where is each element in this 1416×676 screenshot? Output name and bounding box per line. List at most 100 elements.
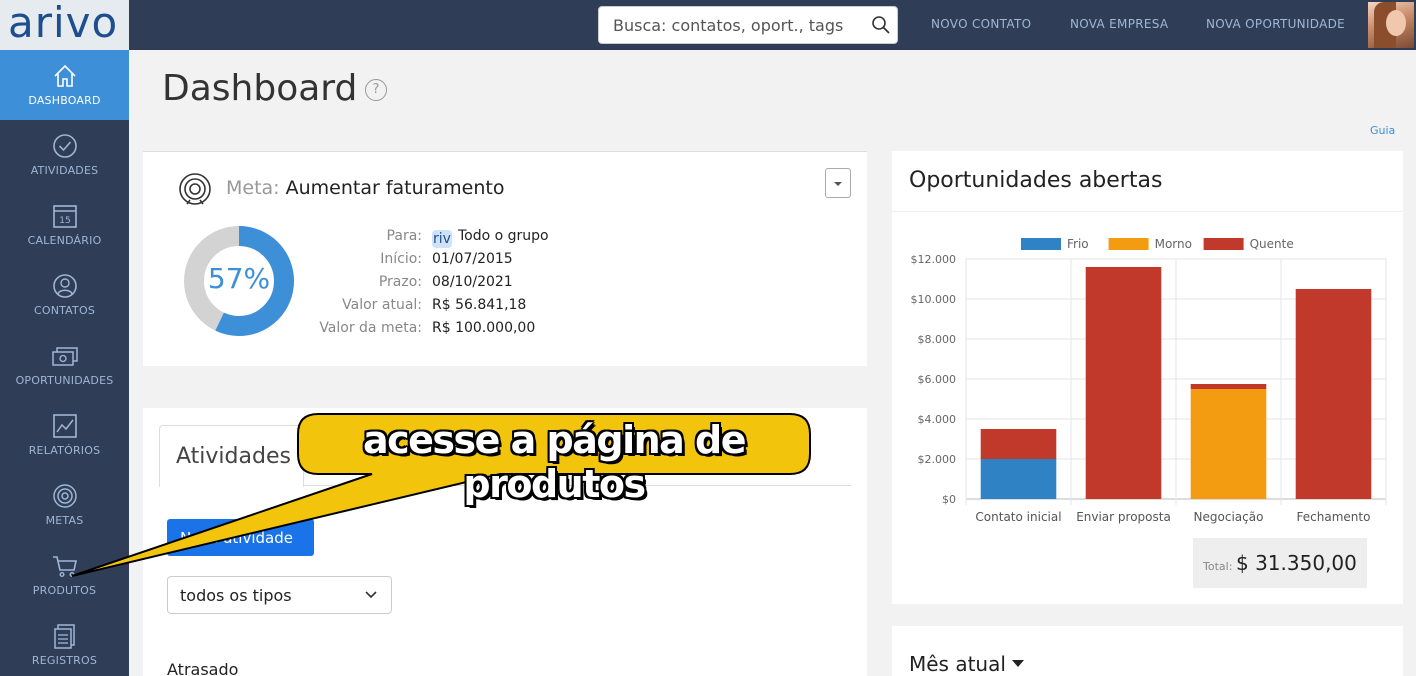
caret-down-icon[interactable] bbox=[1012, 660, 1024, 667]
sidebar-item-calendar[interactable]: 15 CALENDÁRIO bbox=[0, 190, 129, 260]
y-tick-label: $4.000 bbox=[918, 413, 957, 426]
tab-activities[interactable]: Atividades bbox=[159, 425, 304, 487]
user-avatar[interactable] bbox=[1368, 2, 1414, 48]
goal-field-key: Para: bbox=[386, 228, 422, 244]
new-activity-button[interactable]: Nova atividade bbox=[167, 519, 314, 556]
activity-type-select[interactable]: todos os tipos bbox=[167, 576, 392, 614]
home-icon bbox=[54, 64, 76, 87]
y-tick-label: $10.000 bbox=[911, 293, 957, 306]
opportunities-chart: $0 $2.000 $4.000 $6.000 $8.000 $10.000 $12.000… bbox=[911, 237, 1387, 524]
sidebar-item-label: CALENDÁRIO bbox=[27, 234, 102, 247]
bar-quente bbox=[1085, 267, 1162, 499]
target-icon bbox=[53, 484, 77, 508]
chart-icon bbox=[53, 414, 77, 438]
x-tick-label: Enviar proposta bbox=[1076, 510, 1171, 524]
goal-field-key: Valor da meta: bbox=[319, 320, 422, 336]
search-box[interactable] bbox=[598, 6, 898, 44]
total-label: Total: bbox=[1203, 560, 1233, 573]
help-icon[interactable]: ? bbox=[365, 79, 387, 101]
goal-field-value: 01/07/2015 bbox=[432, 251, 513, 267]
target-icon bbox=[179, 173, 211, 205]
sidebar-item-label: DASHBOARD bbox=[28, 94, 101, 107]
legend-label: Morno bbox=[1155, 237, 1192, 251]
bar-quente bbox=[1295, 289, 1372, 499]
x-tick-label: Fechamento bbox=[1297, 510, 1371, 524]
goal-name: Aumentar faturamento bbox=[285, 177, 505, 199]
x-tick-label: Negociação bbox=[1194, 510, 1264, 524]
logo[interactable]: arivo bbox=[0, 0, 129, 50]
goal-card: Meta: Aumentar faturamento 57% Para: Iní… bbox=[143, 151, 867, 366]
y-tick-label: $8.000 bbox=[918, 333, 957, 346]
sidebar-item-dashboard[interactable]: DASHBOARD bbox=[0, 50, 129, 120]
records-icon bbox=[54, 624, 75, 649]
callout-text: acesse a página de produtos bbox=[362, 418, 747, 506]
goal-field-value: 08/10/2021 bbox=[432, 274, 513, 290]
sidebar-item-label: RELATÓRIOS bbox=[28, 444, 101, 457]
chevron-down-icon bbox=[365, 591, 377, 599]
sidebar-item-label: REGISTROS bbox=[31, 654, 98, 667]
money-icon bbox=[52, 347, 78, 366]
goal-target-group: Todo o grupo bbox=[458, 228, 549, 244]
sidebar-item-label: ATIVIDADES bbox=[30, 164, 99, 177]
logo-text: arivo bbox=[8, 0, 119, 47]
legend-swatch bbox=[1021, 238, 1061, 250]
y-tick-label: $12.000 bbox=[911, 253, 957, 266]
bar-quente bbox=[1190, 384, 1267, 389]
sidebar-item-contacts[interactable]: CONTATOS bbox=[0, 260, 129, 330]
contact-icon bbox=[53, 274, 77, 298]
opportunities-card: Oportunidades abertas $0 $2.000 $4.000 $6.0… bbox=[892, 151, 1403, 604]
sidebar-item-goals[interactable]: METAS bbox=[0, 470, 129, 540]
legend-swatch bbox=[1203, 238, 1244, 250]
calendar-icon: 15 bbox=[53, 205, 77, 228]
tab-label: Atividades bbox=[176, 444, 291, 469]
team-icon: riv bbox=[432, 230, 452, 248]
sidebar-item-reports[interactable]: RELATÓRIOS bbox=[0, 400, 129, 470]
legend-swatch bbox=[1108, 238, 1149, 250]
overdue-section-title: Atrasado bbox=[167, 660, 239, 676]
sidebar-item-label: PRODUTOS bbox=[32, 584, 97, 597]
caret-down-icon bbox=[834, 182, 842, 186]
goal-label: Meta: bbox=[226, 177, 280, 199]
opportunities-title: Oportunidades abertas bbox=[909, 168, 1163, 193]
search-icon[interactable] bbox=[871, 15, 891, 35]
opportunities-total: Total: $ 31.350,00 bbox=[1193, 538, 1367, 588]
legend-label: Quente bbox=[1250, 237, 1294, 251]
current-month-card: Mês atual bbox=[892, 626, 1403, 676]
y-tick-label: $2.000 bbox=[918, 453, 957, 466]
goal-title: Meta: Aumentar faturamento bbox=[226, 177, 504, 199]
search-input[interactable] bbox=[599, 7, 861, 43]
cart-icon bbox=[53, 556, 77, 578]
y-tick-label: $6.000 bbox=[918, 373, 957, 386]
goal-field-value: R$ 56.841,18 bbox=[432, 297, 527, 313]
goal-field-value: riv Todo o grupo bbox=[432, 228, 549, 248]
bar-frio bbox=[980, 459, 1057, 499]
sidebar-item-activities[interactable]: ATIVIDADES bbox=[0, 120, 129, 190]
check-circle-icon bbox=[53, 134, 77, 158]
goal-field-value: R$ 100.000,00 bbox=[432, 320, 536, 336]
x-tick-label: Contato inicial bbox=[975, 510, 1061, 524]
sidebar-item-records[interactable]: REGISTROS bbox=[0, 610, 129, 676]
y-tick-label: $0 bbox=[942, 493, 956, 506]
month-selector[interactable]: Mês atual bbox=[909, 652, 1006, 676]
top-bar: arivo NOVO CONTATO NOVA EMPRESA NOVA OPO… bbox=[0, 0, 1416, 50]
legend-label: Frio bbox=[1067, 237, 1089, 251]
new-company-link[interactable]: NOVA EMPRESA bbox=[1070, 17, 1168, 31]
sidebar-item-label: METAS bbox=[45, 514, 84, 527]
new-opportunity-link[interactable]: NOVA OPORTUNIDADE bbox=[1206, 17, 1345, 31]
goal-menu-button[interactable] bbox=[825, 168, 851, 198]
total-value: $ 31.350,00 bbox=[1236, 551, 1357, 575]
card-divider bbox=[892, 211, 1403, 212]
new-contact-link[interactable]: NOVO CONTATO bbox=[931, 17, 1031, 31]
goal-field-key: Início: bbox=[380, 251, 422, 267]
sidebar-item-label: CONTATOS bbox=[33, 304, 96, 317]
sidebar-item-label: OPORTUNIDADES bbox=[15, 374, 114, 387]
guide-link[interactable]: Guia bbox=[1370, 124, 1395, 137]
goal-field-key: Prazo: bbox=[378, 274, 422, 290]
calendar-day: 15 bbox=[59, 216, 70, 226]
page-title: Dashboard bbox=[162, 68, 358, 109]
goal-field-key: Valor atual: bbox=[342, 297, 422, 313]
sidebar-item-opportunities[interactable]: OPORTUNIDADES bbox=[0, 330, 129, 400]
activity-type-value: todos os tipos bbox=[180, 586, 292, 605]
sidebar-item-products[interactable]: PRODUTOS bbox=[0, 540, 129, 610]
bar-morno bbox=[1190, 389, 1267, 499]
